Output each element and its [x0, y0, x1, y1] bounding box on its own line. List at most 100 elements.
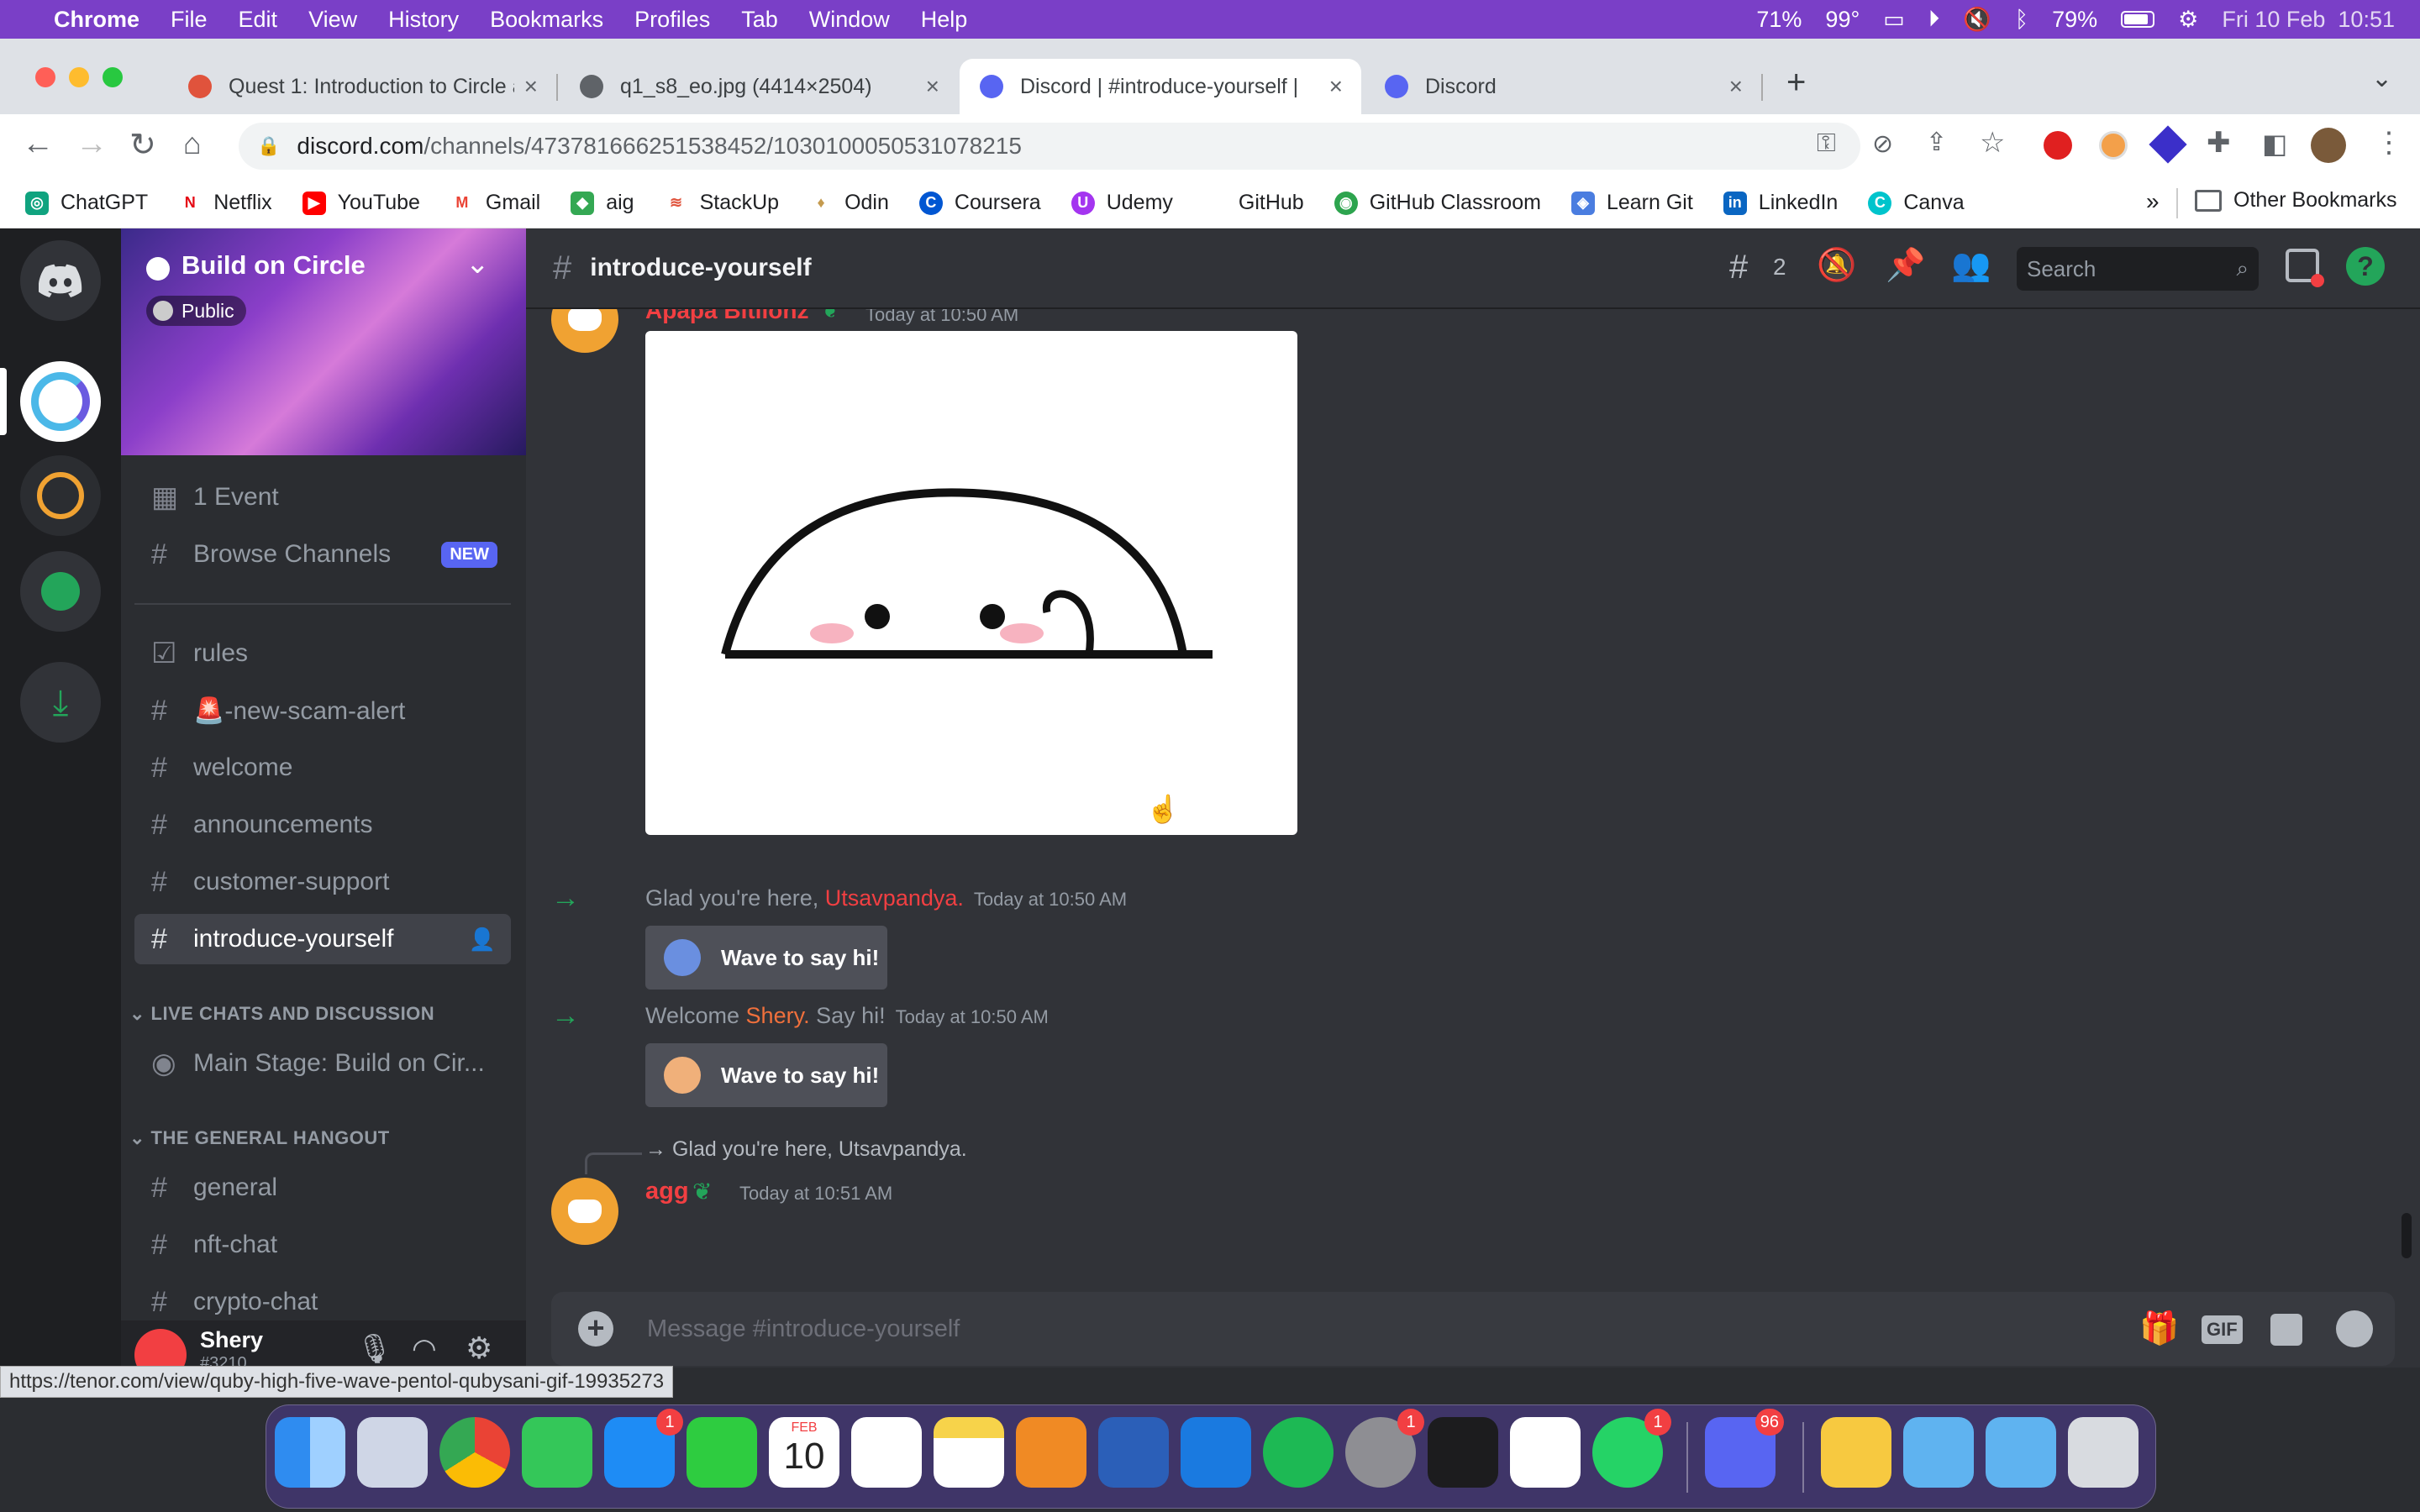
help-icon[interactable]: ?	[2346, 247, 2385, 286]
user-name[interactable]: Shery	[200, 1327, 263, 1353]
key-icon[interactable]: ⚿	[1817, 129, 1836, 158]
channel-main-stage[interactable]: ◉ Main Stage: Build on Cir...	[134, 1038, 511, 1089]
system-settings-icon[interactable]: 1	[1345, 1409, 1424, 1488]
member-list-icon[interactable]: 👥	[1951, 247, 1991, 284]
server-dropdown-chevron-icon[interactable]: ⌄	[466, 247, 490, 281]
category-general-hangout[interactable]: ⌄ THE GENERAL HANGOUT	[129, 1127, 390, 1149]
whatsapp-icon[interactable]: 1	[1592, 1409, 1671, 1488]
channel-crypto-chat[interactable]: # crypto-chat	[134, 1277, 511, 1327]
play-icon[interactable]: ⏵	[1928, 6, 1940, 33]
menu-profiles[interactable]: Profiles	[634, 7, 710, 33]
extension-diamond-icon[interactable]	[2149, 125, 2187, 164]
back-button[interactable]: ←	[22, 126, 54, 162]
channel-new-scam-alert[interactable]: # 🚨-new-scam-alert	[134, 685, 511, 736]
author-name[interactable]: agg	[645, 1178, 689, 1205]
cpu-usage[interactable]: 71%	[1756, 7, 1802, 33]
threads-icon[interactable]: #	[1729, 249, 1748, 286]
channel-introduce-yourself[interactable]: # introduce-yourself 👤	[134, 914, 511, 964]
finder-icon[interactable]	[275, 1417, 345, 1488]
tab-search-chevron-icon[interactable]: ⌄	[2371, 64, 2392, 93]
close-window-button[interactable]	[35, 67, 55, 87]
tab-image[interactable]: q1_s8_eo.jpg (4414×2504) ×	[560, 59, 958, 114]
terminal-icon[interactable]	[1428, 1417, 1498, 1488]
menu-app-name[interactable]: Chrome	[54, 7, 139, 33]
tab-close-icon[interactable]: ×	[1329, 73, 1343, 100]
wave-button[interactable]: Wave to say hi!	[645, 926, 887, 990]
bookmark-canva[interactable]: C Canva	[1868, 191, 1965, 215]
menu-help[interactable]: Help	[921, 7, 968, 33]
spotify-icon[interactable]	[1263, 1417, 1334, 1488]
bookmark-aig[interactable]: ◆ aig	[571, 191, 634, 215]
server-circle[interactable]	[20, 361, 101, 442]
menu-window[interactable]: Window	[809, 7, 890, 33]
menu-bookmarks[interactable]: Bookmarks	[490, 7, 603, 33]
gif-embed[interactable]: ☝	[645, 331, 1297, 835]
eye-off-icon[interactable]: ⊘	[1872, 129, 1893, 159]
wave-button[interactable]: Wave to say hi!	[645, 1043, 887, 1107]
server-bird[interactable]	[20, 455, 101, 536]
channel-customer-support[interactable]: # customer-support	[134, 857, 511, 907]
minimize-window-button[interactable]	[69, 67, 89, 87]
search-box[interactable]: Search ⌕	[2017, 247, 2259, 291]
tab-discord[interactable]: Discord ×	[1365, 59, 1763, 114]
home-button[interactable]: ⌂	[183, 126, 202, 161]
events-item[interactable]: ▦ 1 Event	[134, 472, 511, 522]
lock-icon[interactable]: 🔒	[257, 135, 280, 157]
other-bookmarks[interactable]: Other Bookmarks	[2195, 188, 2397, 213]
channel-rules[interactable]: ☑ rules	[134, 628, 511, 679]
bookmark-learn-git[interactable]: ◈ Learn Git	[1570, 191, 1693, 215]
battery-percent[interactable]: 79%	[2052, 7, 2097, 33]
system-message-username[interactable]: Utsavpandya.	[825, 885, 964, 911]
user-avatar[interactable]	[134, 1329, 187, 1368]
message-input[interactable]: Message #introduce-yourself	[647, 1315, 960, 1343]
folder-icon[interactable]	[1821, 1417, 1891, 1488]
mute-icon[interactable]: 🔇	[1963, 6, 1991, 33]
explore-servers-button[interactable]	[20, 551, 101, 632]
system-message-username[interactable]: Shery.	[746, 1003, 810, 1028]
window-icon[interactable]: ▭	[1883, 7, 1905, 33]
bookmark-netflix[interactable]: N Netflix	[178, 191, 272, 215]
address-bar[interactable]: 🔒 discord.com /channels/4737816662515384…	[239, 123, 1860, 170]
messages-icon[interactable]	[522, 1417, 592, 1488]
trash-icon[interactable]	[2068, 1417, 2139, 1488]
tab-close-icon[interactable]: ×	[524, 73, 538, 100]
headphones-icon[interactable]: ◠	[412, 1332, 437, 1366]
channel-general[interactable]: # general	[134, 1163, 511, 1213]
notification-bell-off-icon[interactable]: 🔕	[1817, 247, 1856, 284]
bluetooth-icon[interactable]: ᛒ	[2015, 7, 2028, 33]
bookmark-github-classroom[interactable]: ◉ GitHub Classroom	[1334, 191, 1541, 215]
channel-announcements[interactable]: # announcements	[134, 800, 511, 850]
menu-view[interactable]: View	[308, 7, 357, 33]
screenshots-folder-icon[interactable]	[1903, 1417, 1974, 1488]
download-apps-button[interactable]: ⤓	[20, 662, 101, 743]
facetime-icon[interactable]	[687, 1417, 757, 1488]
reload-button[interactable]: ↻	[129, 126, 156, 164]
chrome-menu-icon[interactable]: ⋮	[2375, 126, 2403, 160]
profile-avatar[interactable]	[2311, 128, 2346, 163]
bookmark-coursera[interactable]: C Coursera	[918, 191, 1041, 215]
menubar-datetime[interactable]: Fri 10 Feb 10:51	[2222, 7, 2395, 33]
books-icon[interactable]	[1016, 1417, 1086, 1488]
menu-file[interactable]: File	[171, 7, 208, 33]
word-icon[interactable]	[1098, 1417, 1169, 1488]
bookmark-youtube[interactable]: ▶ YouTube	[302, 191, 420, 215]
bookmark-odin[interactable]: ♦ Odin	[809, 191, 889, 215]
menu-tab[interactable]: Tab	[741, 7, 778, 33]
user-settings-icon[interactable]: ⚙	[466, 1331, 492, 1366]
calendar-icon[interactable]: FEB 10	[769, 1417, 839, 1488]
server-banner[interactable]: Build on Circle ⌄ Public	[121, 228, 526, 455]
vscode-icon[interactable]	[1510, 1417, 1581, 1488]
author-avatar[interactable]	[551, 1178, 618, 1245]
gif-button[interactable]: GIF	[2202, 1315, 2243, 1344]
tab-close-icon[interactable]: ×	[1729, 73, 1743, 100]
maximize-window-button[interactable]	[103, 67, 123, 87]
extension-orange-icon[interactable]	[2099, 131, 2128, 160]
channel-nft-chat[interactable]: # nft-chat	[134, 1220, 511, 1270]
category-live-chats[interactable]: ⌄ LIVE CHATS AND DISCUSSION	[129, 1003, 434, 1025]
scrollbar-thumb[interactable]	[2402, 1213, 2412, 1258]
new-tab-button[interactable]: +	[1786, 64, 1806, 102]
bookmark-github[interactable]: GitHub	[1202, 191, 1304, 215]
mute-mic-icon[interactable]: 🎙	[356, 1332, 392, 1366]
bookmarks-overflow-button[interactable]: »	[2146, 188, 2160, 215]
mail-icon[interactable]: 1	[604, 1409, 683, 1488]
